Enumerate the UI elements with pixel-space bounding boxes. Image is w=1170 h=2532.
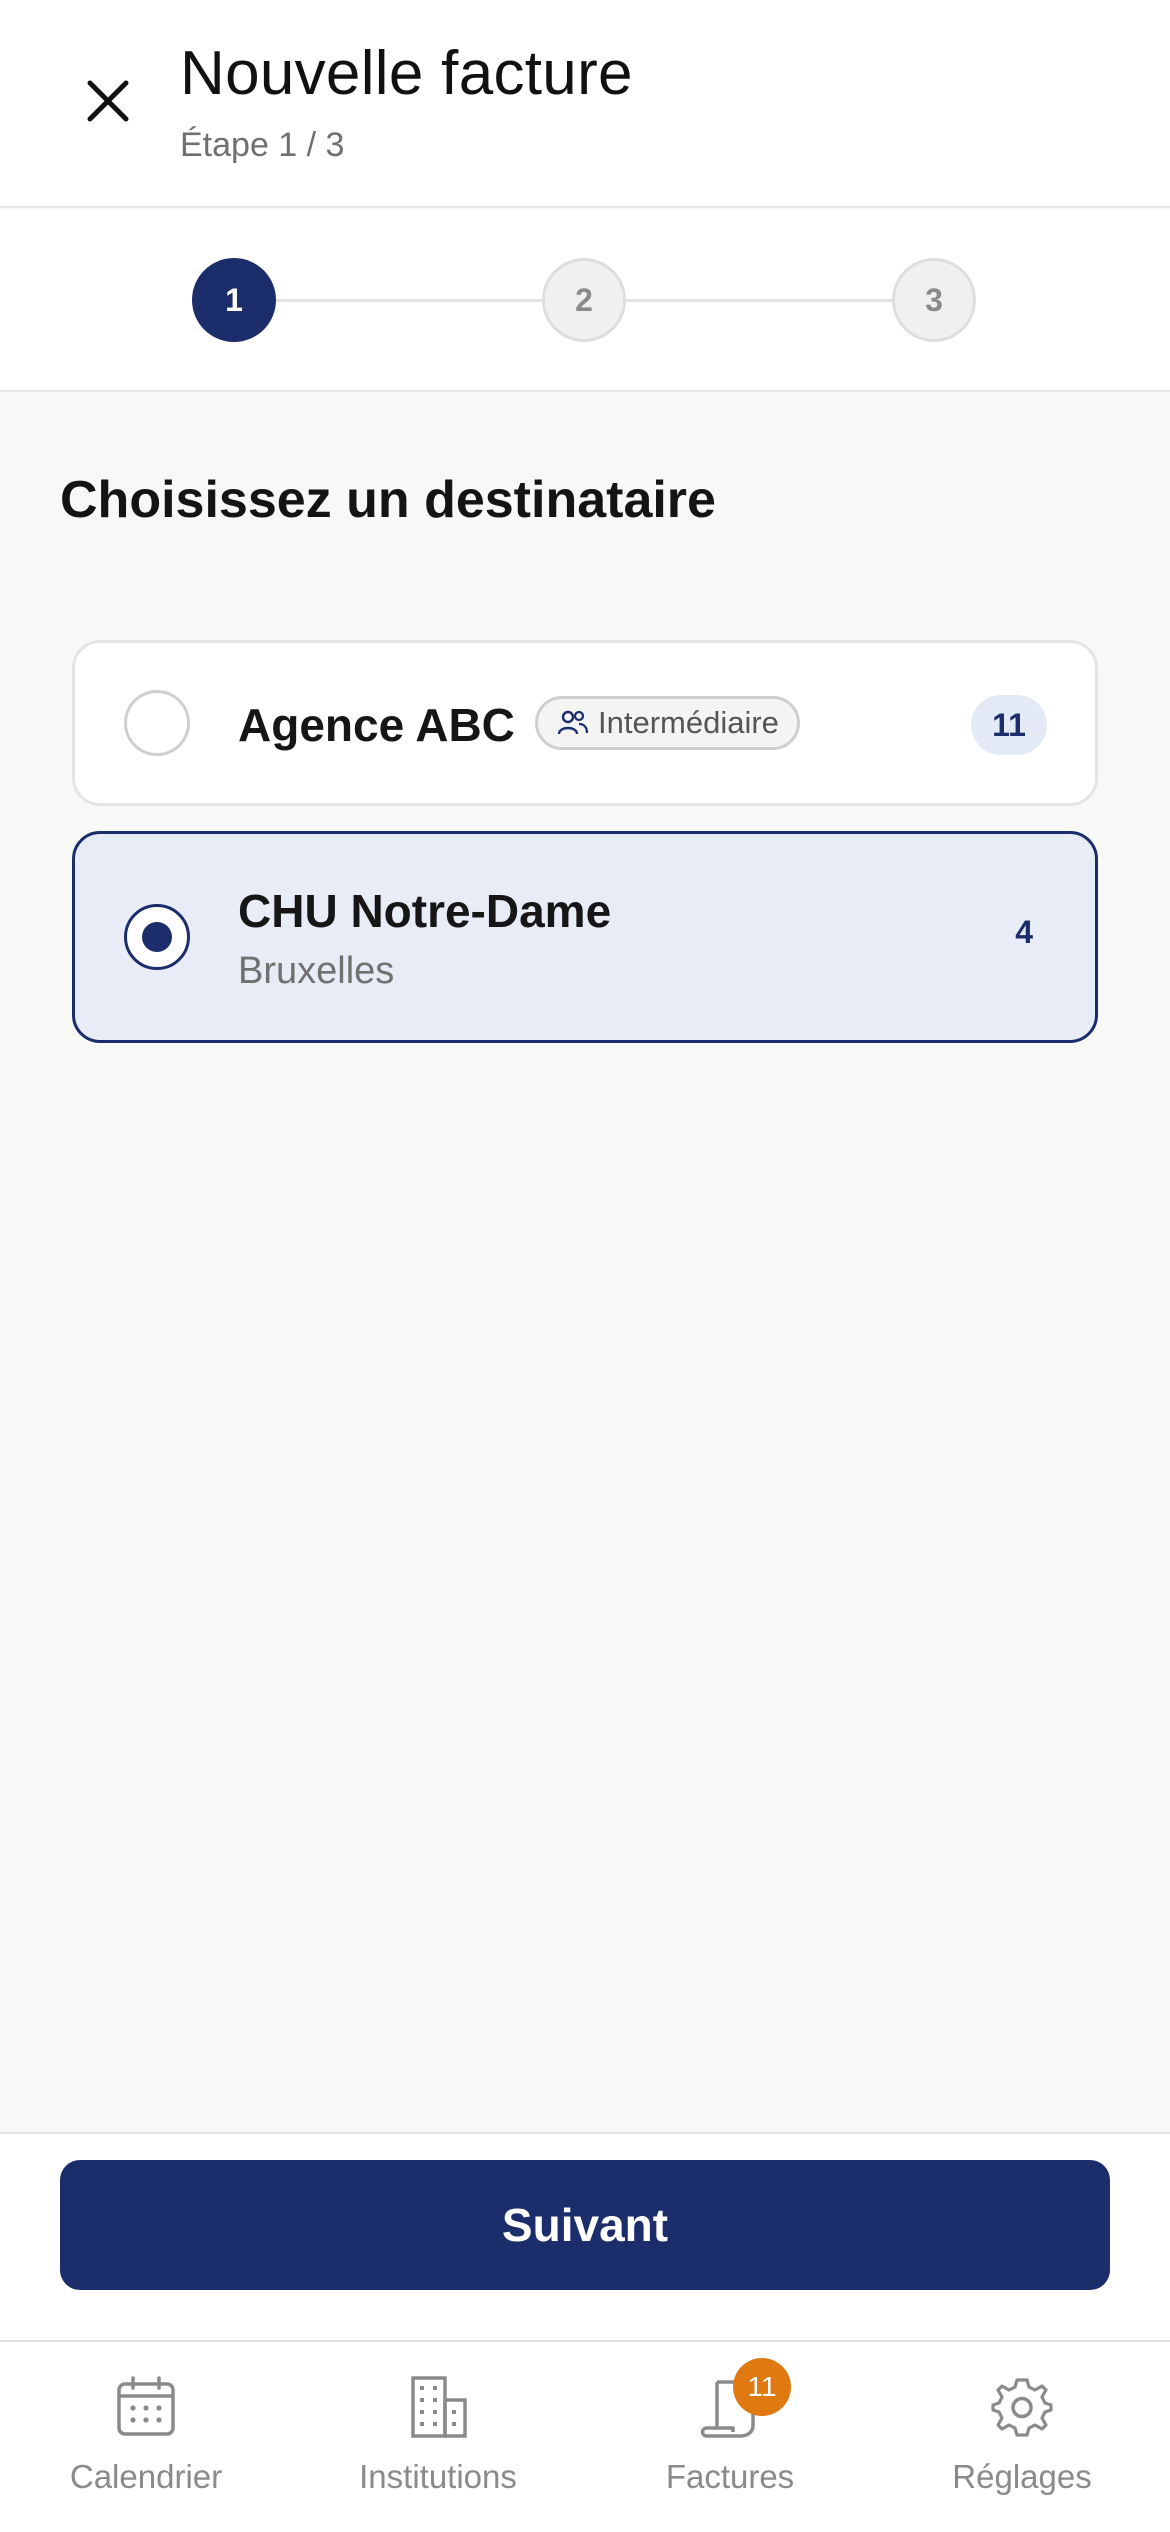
header: Nouvelle facture Étape 1 / 3: [0, 0, 1170, 208]
count-label: 4: [1015, 914, 1033, 950]
step-connector: [276, 299, 544, 302]
recipient-card-chu-notre-dame[interactable]: CHU Notre-Dame Bruxelles 4: [72, 831, 1098, 1043]
nav-item-invoices[interactable]: 11 Factures: [584, 2358, 876, 2532]
step-1: 1: [192, 258, 276, 342]
calendar-icon: [113, 2374, 179, 2440]
notification-badge: 11: [733, 2358, 791, 2416]
nav-item-settings[interactable]: Réglages: [876, 2374, 1168, 2532]
app-screen: Nouvelle facture Étape 1 / 3 1 2 3 Chois…: [0, 0, 1170, 2532]
nav-item-institutions[interactable]: Institutions: [292, 2374, 584, 2532]
gear-icon: [989, 2374, 1055, 2440]
next-button[interactable]: Suivant: [60, 2160, 1110, 2290]
step-connector: [626, 299, 894, 302]
invoice-icon: 11: [697, 2358, 791, 2440]
nav-label: Calendrier: [69, 2458, 223, 2495]
step-3: 3: [892, 258, 976, 342]
tag-label: Intermédiaire: [598, 705, 779, 740]
count-badge: 11: [971, 695, 1047, 755]
nav-label: Factures: [665, 2458, 795, 2495]
step-indicator: Étape 1 / 3: [180, 126, 345, 164]
step-2: 2: [542, 258, 626, 342]
action-bar: Suivant: [0, 2132, 1170, 2340]
radio-dot: [142, 922, 172, 952]
nav-label: Institutions: [359, 2458, 517, 2495]
radio-button-selected[interactable]: [124, 904, 190, 970]
page-title: Nouvelle facture: [180, 39, 633, 108]
stepper: 1 2 3: [0, 210, 1170, 392]
nav-item-calendar[interactable]: Calendrier: [0, 2374, 292, 2532]
users-icon: [558, 710, 588, 735]
close-icon: [87, 80, 129, 122]
close-button[interactable]: [72, 65, 144, 137]
building-icon: [405, 2374, 471, 2440]
recipient-city: Bruxelles: [238, 950, 395, 992]
recipient-card-agence-abc[interactable]: Agence ABC Intermédiaire 11: [72, 640, 1098, 806]
radio-button[interactable]: [124, 690, 190, 756]
nav-label: Réglages: [952, 2458, 1092, 2495]
intermediary-tag: Intermédiaire: [535, 696, 800, 750]
section-title: Choisissez un destinataire: [60, 471, 716, 529]
recipient-name: Agence ABC: [238, 699, 515, 751]
bottom-nav: Calendrier Institutions 11 Factures Régl…: [0, 2340, 1170, 2532]
recipient-name: CHU Notre-Dame: [238, 885, 612, 937]
